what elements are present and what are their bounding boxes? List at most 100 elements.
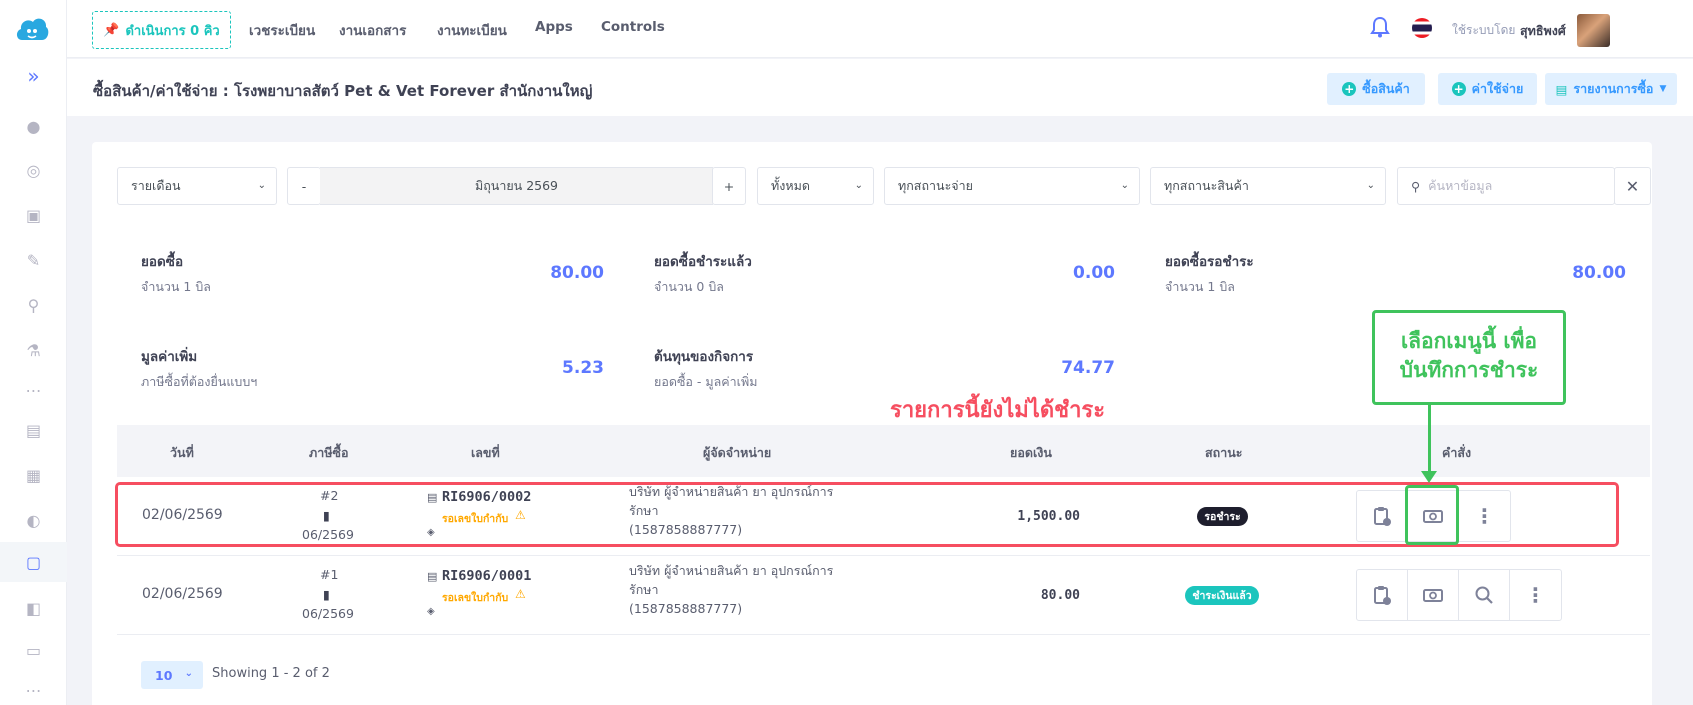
stat-vat-label: มูลค่าเพิ่ม	[141, 349, 198, 365]
pay-status-value: ทุกสถานะจ่าย	[898, 178, 973, 193]
month-prev-button[interactable]: -	[287, 167, 321, 205]
nav-documents[interactable]: งานเอกสาร	[339, 19, 406, 41]
app-logo[interactable]	[14, 14, 50, 44]
purchase-icon[interactable]: ▢	[0, 542, 67, 582]
row-wait-label: รอเลขใบกำกับ	[442, 592, 509, 604]
plus-icon: +	[1342, 82, 1357, 96]
warning-icon: ⚠	[515, 587, 526, 601]
expense-button[interactable]: + ค่าใช้จ่าย	[1438, 73, 1537, 105]
palette-icon[interactable]: ◐	[0, 500, 67, 540]
stat-purchase-sub: จำนวน 1 บิล	[141, 279, 211, 294]
callout-line-1: เลือกเมนูนี้ เพื่อ	[1400, 329, 1538, 353]
nav-medical-records[interactable]: เวชระเบียน	[249, 19, 315, 41]
supplier-name-1: บริษัท ผู้จำหน่ายสินค้า ยา อุปกรณ์การ	[629, 563, 834, 578]
cash-register-icon[interactable]: ▦	[0, 455, 67, 495]
table-header: วันที่ ภาษีซื้อ เลขที่ ผู้จัดจำหน่าย ยอด…	[117, 425, 1650, 477]
period-value: รายเดือน	[131, 178, 181, 193]
th-doc-no: เลขที่	[471, 445, 500, 460]
month-display: มิถุนายน 2569	[320, 167, 713, 205]
pagination-info: Showing 1 - 2 of 2	[212, 666, 330, 681]
clear-search-button[interactable]: ✕	[1614, 167, 1651, 205]
plus-label: +	[723, 178, 735, 194]
syringe-icon[interactable]: ✎	[0, 240, 67, 280]
paw-icon[interactable]: ●	[0, 106, 67, 146]
stat-purchase-value: 80.00	[550, 263, 604, 283]
chevron-down-icon: ⌄	[854, 180, 863, 191]
pin-icon: 📌	[103, 22, 120, 38]
purchase-report-label: รายงานการซื้อ	[1573, 81, 1654, 96]
subheader: ซื้อสินค้า/ค่าใช้จ่าย : โรงพยาบาลสัตว์ P…	[67, 59, 1693, 116]
scope-value: ทั้งหมด	[771, 178, 810, 193]
more-actions-button[interactable]: ⋮	[1510, 570, 1561, 620]
nav-controls[interactable]: Controls	[601, 19, 665, 35]
stat-purchase-label: ยอดซื้อ	[141, 254, 184, 270]
callout-line-2: บันทึกการชำระ	[1399, 358, 1539, 382]
medical-kit-icon[interactable]: ▣	[0, 195, 67, 235]
row-date: 02/06/2569	[142, 586, 223, 602]
document-icon[interactable]: ▭	[0, 630, 67, 670]
stat-paid-label: ยอดซื้อชำระแล้ว	[654, 254, 752, 270]
more-icon[interactable]: ⋯	[0, 370, 67, 410]
callout-arrow	[1428, 405, 1431, 475]
pay-status-select[interactable]: ทุกสถานะจ่าย ⌄	[884, 167, 1140, 205]
layers-icon: ◈	[427, 606, 435, 617]
user-name[interactable]: สุทธิพงศ์	[1520, 21, 1566, 41]
page-size-select[interactable]: 10 ⌄	[141, 661, 203, 689]
sidebar: » ● ◎ ▣ ✎ ⚲ ⚗ ⋯ ▤ ▦ ◐ ▢ ◧ ▭ ⋯	[0, 0, 67, 705]
nav-apps[interactable]: Apps	[535, 19, 573, 35]
th-date: วันที่	[170, 445, 194, 460]
page-size-value: 10	[155, 667, 173, 683]
flask-icon[interactable]: ⚗	[0, 330, 67, 370]
expense-label: ค่าใช้จ่าย	[1471, 81, 1524, 96]
more-icon-2[interactable]: ⋯	[0, 670, 67, 705]
queue-button[interactable]: 📌 ดำเนินการ 0 คิว	[92, 11, 231, 49]
supplier-name-2: รักษา	[629, 582, 659, 597]
view-button[interactable]	[1459, 570, 1510, 620]
chevron-down-icon: ▼	[1659, 84, 1667, 94]
clipboard-info-button[interactable]	[1357, 570, 1408, 620]
purchase-report-button[interactable]: ▤ รายงานการซื้อ ▼	[1545, 73, 1677, 105]
stat-vat-sub: ภาษีซื้อที่ต้องยื่นแบบฯ	[141, 374, 258, 389]
month-next-button[interactable]: +	[712, 167, 746, 205]
microscope-icon[interactable]: ⚲	[0, 285, 67, 325]
queue-label: ดำเนินการ 0 คิว	[125, 23, 220, 39]
bell-icon[interactable]	[1370, 16, 1392, 40]
nav-registry[interactable]: งานทะเบียน	[437, 19, 507, 41]
row-amount: 80.00	[1040, 588, 1080, 603]
payment-button-highlight	[1405, 485, 1459, 545]
stat-pending-sub: จำนวน 1 บิล	[1165, 279, 1235, 294]
stat-pending-value: 80.00	[1572, 263, 1626, 283]
row-actions: ⋮	[1356, 569, 1562, 621]
buy-product-button[interactable]: + ซื้อสินค้า	[1327, 73, 1425, 105]
buy-product-label: ซื้อสินค้า	[1362, 81, 1410, 96]
document-icon: ▤	[427, 570, 438, 583]
search-icon: ⚲	[1411, 178, 1421, 194]
stat-pending-label: ยอดซื้อรอชำระ	[1165, 254, 1254, 270]
period-select[interactable]: รายเดือน ⌄	[117, 167, 277, 205]
minus-label: -	[301, 178, 307, 194]
lifebuoy-icon[interactable]: ◎	[0, 150, 67, 190]
item-status-select[interactable]: ทุกสถานะสินค้า ⌄	[1150, 167, 1386, 205]
row-doc-no[interactable]: RI6906/0001	[442, 568, 531, 584]
row-tax-no: #1	[320, 567, 339, 582]
search-icon	[1475, 586, 1493, 604]
sidebar-expand-icon[interactable]: »	[0, 56, 67, 96]
callout-arrow-head	[1421, 471, 1437, 483]
stat-vat-value: 5.23	[562, 358, 604, 378]
table-row: 02/06/2569 #1 ▮ 06/2569 ▤ RI6906/0001 รอ…	[117, 556, 1650, 635]
money-icon	[1423, 589, 1443, 602]
th-status: สถานะ	[1205, 445, 1243, 460]
record-payment-button[interactable]	[1408, 570, 1459, 620]
report-icon[interactable]: ▤	[0, 410, 67, 450]
chevron-down-icon: ⌄	[257, 180, 266, 191]
plus-icon: +	[1451, 82, 1466, 96]
file-icon: ▮	[323, 587, 330, 602]
search-input[interactable]: ⚲ ค้นหาข้อมูล	[1397, 167, 1615, 205]
box-icon[interactable]: ◧	[0, 588, 67, 628]
month-value: มิถุนายน 2569	[474, 178, 559, 193]
unpaid-row-highlight	[115, 482, 1619, 547]
scope-select[interactable]: ทั้งหมด ⌄	[757, 167, 874, 205]
thai-flag-icon[interactable]	[1412, 18, 1432, 38]
avatar[interactable]	[1577, 14, 1610, 47]
close-icon: ✕	[1625, 176, 1640, 196]
